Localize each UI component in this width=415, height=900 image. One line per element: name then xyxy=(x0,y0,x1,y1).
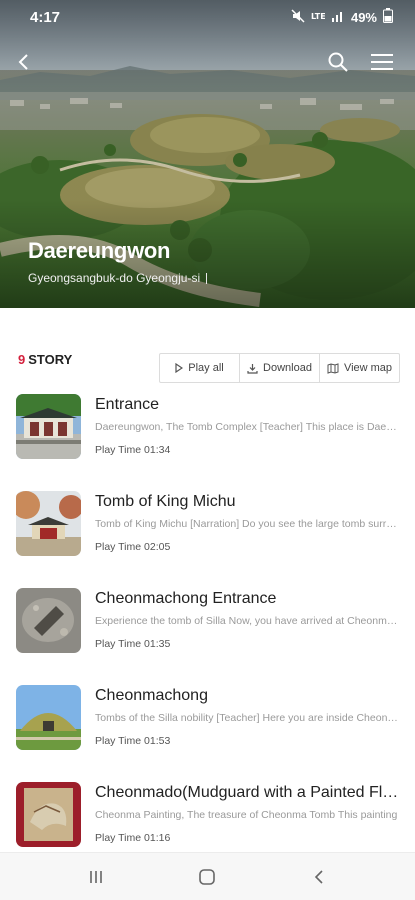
story-item-tomb-of-king-michu[interactable]: Tomb of King Michu Tomb of King Michu [N… xyxy=(0,489,415,559)
tomb-of-king-michu-thumbnail xyxy=(16,491,81,556)
story-item-description: Tombs of the Silla nobility [Teacher] He… xyxy=(95,712,400,724)
search-button[interactable] xyxy=(322,46,354,78)
status-bar: 4:17 LTE 49% xyxy=(0,0,415,34)
home-icon xyxy=(199,868,216,885)
play-all-button[interactable]: Play all xyxy=(160,354,239,382)
story-item-cheonmachong[interactable]: Cheonmachong Tombs of the Silla nobility… xyxy=(0,683,415,753)
system-back-button[interactable] xyxy=(299,857,339,897)
story-item-title: Tomb of King Michu xyxy=(95,493,236,510)
battery-icon xyxy=(383,8,393,26)
place-location: Gyeongsangbuk-do Gyeongju-si xyxy=(28,271,208,285)
story-item-title: Cheonmachong Entrance xyxy=(95,590,277,607)
hamburger-menu-icon xyxy=(371,54,393,70)
system-navigation-bar xyxy=(0,852,415,900)
download-button[interactable]: Download xyxy=(239,354,319,382)
view-map-label: View map xyxy=(343,362,393,374)
story-item-description: Cheonma Painting, The treasure of Cheonm… xyxy=(95,809,398,821)
recent-apps-button[interactable] xyxy=(76,857,116,897)
signal-icon xyxy=(331,9,345,26)
download-icon xyxy=(247,363,258,374)
story-item-playtime: Play Time 01:34 xyxy=(95,444,171,456)
story-count: 9 xyxy=(18,352,26,367)
place-location-text: Gyeongsangbuk-do Gyeongju-si xyxy=(28,271,201,285)
story-item-description: Experience the tomb of Silla Now, you ha… xyxy=(95,615,400,627)
home-button[interactable] xyxy=(187,857,227,897)
location-divider xyxy=(206,272,208,284)
story-item-description: Daereungwon, The Tomb Complex [Teacher] … xyxy=(95,421,400,433)
entrance-thumbnail xyxy=(16,394,81,459)
story-item-playtime: Play Time 01:16 xyxy=(95,832,171,844)
status-icons: LTE 49% xyxy=(291,8,393,26)
back-arrow-icon xyxy=(18,54,28,70)
system-back-icon xyxy=(315,869,323,884)
story-item-playtime: Play Time 01:53 xyxy=(95,735,171,747)
network-icon: LTE xyxy=(311,9,326,26)
story-label: STORY xyxy=(28,352,73,367)
battery-level: 49% xyxy=(350,9,377,25)
svg-text:LTE: LTE xyxy=(311,12,325,21)
menu-button[interactable] xyxy=(366,46,398,78)
place-title: Daereungwon xyxy=(28,238,171,263)
story-item-title: Cheonmado(Mudguard with a Painted Flying… xyxy=(95,784,400,801)
story-item-playtime: Play Time 01:35 xyxy=(95,638,171,650)
story-actions: Play all Download View map xyxy=(159,353,400,383)
cheonmachong-entrance-thumbnail xyxy=(16,588,81,653)
story-item-cheonmado[interactable]: Cheonmado(Mudguard with a Painted Flying… xyxy=(0,780,415,850)
story-item-description: Tomb of King Michu [Narration] Do you se… xyxy=(95,518,400,530)
play-all-label: Play all xyxy=(188,362,224,374)
cheonmachong-thumbnail xyxy=(16,685,81,750)
story-item-cheonmachong-entrance[interactable]: Cheonmachong Entrance Experience the tom… xyxy=(0,586,415,656)
status-time: 4:17 xyxy=(30,8,61,26)
story-count-header: 9 STORY xyxy=(18,352,72,367)
story-item-title: Cheonmachong xyxy=(95,687,208,704)
play-icon xyxy=(175,363,184,373)
download-label: Download xyxy=(263,362,312,374)
story-item-entrance[interactable]: Entrance Daereungwon, The Tomb Complex [… xyxy=(0,392,415,462)
search-icon xyxy=(328,52,348,72)
cheonmado-thumbnail xyxy=(16,782,81,847)
story-item-title: Entrance xyxy=(95,396,160,413)
recent-apps-icon xyxy=(90,870,102,883)
view-map-button[interactable]: View map xyxy=(319,354,399,382)
mute-icon xyxy=(291,8,305,26)
story-item-playtime: Play Time 02:05 xyxy=(95,541,171,553)
map-icon xyxy=(327,362,339,374)
back-button[interactable] xyxy=(8,46,40,78)
